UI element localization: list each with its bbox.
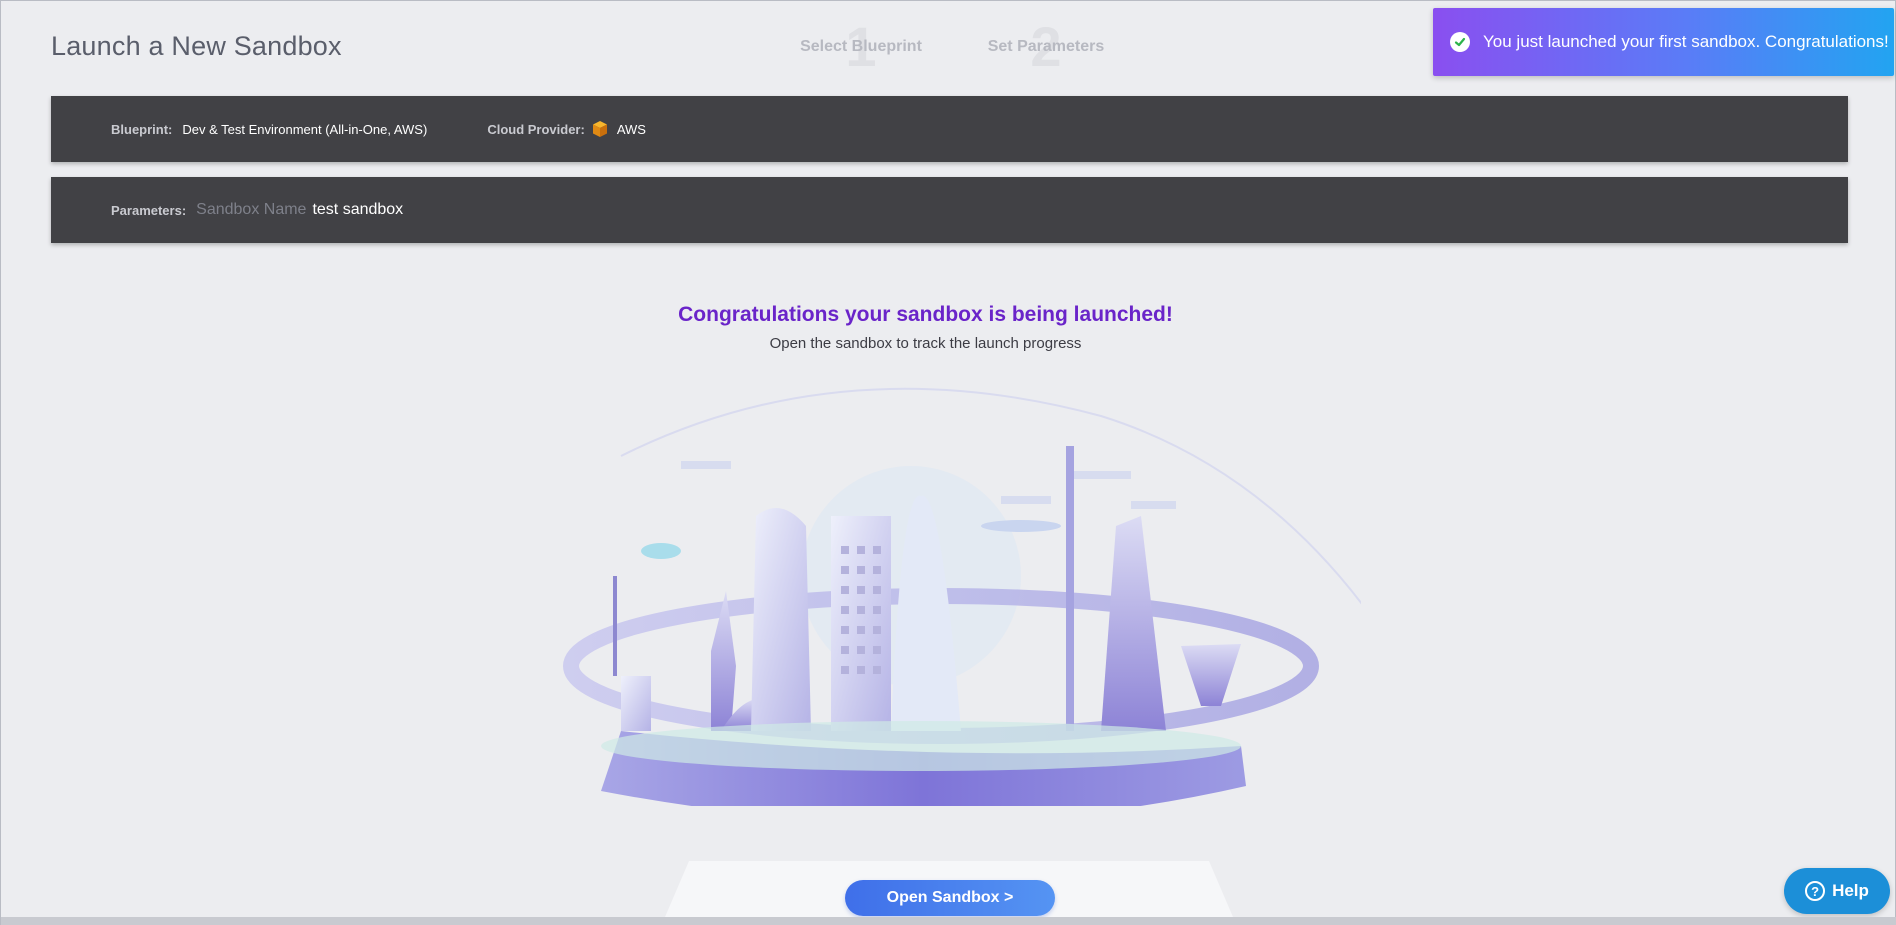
toast-message: You just launched your first sandbox. Co… <box>1483 32 1889 51</box>
step-select-blueprint[interactable]: 1 Select Blueprint <box>771 17 951 77</box>
horizontal-scrollbar[interactable] <box>1 917 1896 925</box>
parameters-summary-bar: Parameters: Sandbox Name test sandbox <box>51 177 1848 243</box>
page-title: Launch a New Sandbox <box>51 31 342 61</box>
success-toast[interactable]: You just launched your first sandbox. Co… <box>1433 8 1894 76</box>
blueprint-label: Blueprint: <box>111 121 173 137</box>
success-headline: Congratulations your sandbox is being la… <box>678 303 1173 326</box>
help-button[interactable]: ? Help <box>1784 868 1890 914</box>
futuristic-city-illustration <box>563 387 1361 806</box>
check-circle-icon <box>1450 32 1470 52</box>
success-subline: Open the sandbox to track the launch pro… <box>769 335 1082 352</box>
step-label: Set Parameters <box>987 38 1105 55</box>
aws-cube-icon <box>591 120 609 138</box>
sandbox-name-label: Sandbox Name <box>196 201 307 218</box>
step-set-parameters[interactable]: 2 Set Parameters <box>956 17 1136 77</box>
sandbox-name-value: test sandbox <box>312 201 404 218</box>
step-label: Select Blueprint <box>800 38 922 55</box>
question-circle-icon: ? <box>1805 881 1826 901</box>
blueprint-summary-bar: Blueprint: Dev & Test Environment (All-i… <box>51 96 1848 162</box>
parameters-label: Parameters: <box>111 202 187 218</box>
blueprint-value: Dev & Test Environment (All-in-One, AWS) <box>182 121 428 137</box>
help-label: Help <box>1832 881 1869 900</box>
wizard-stepper: 1 Select Blueprint 2 Set Parameters <box>771 17 1131 77</box>
open-sandbox-button[interactable]: Open Sandbox > <box>845 880 1055 916</box>
cloud-provider-value: AWS <box>616 121 646 137</box>
cloud-provider-label: Cloud Provider: <box>487 121 585 137</box>
